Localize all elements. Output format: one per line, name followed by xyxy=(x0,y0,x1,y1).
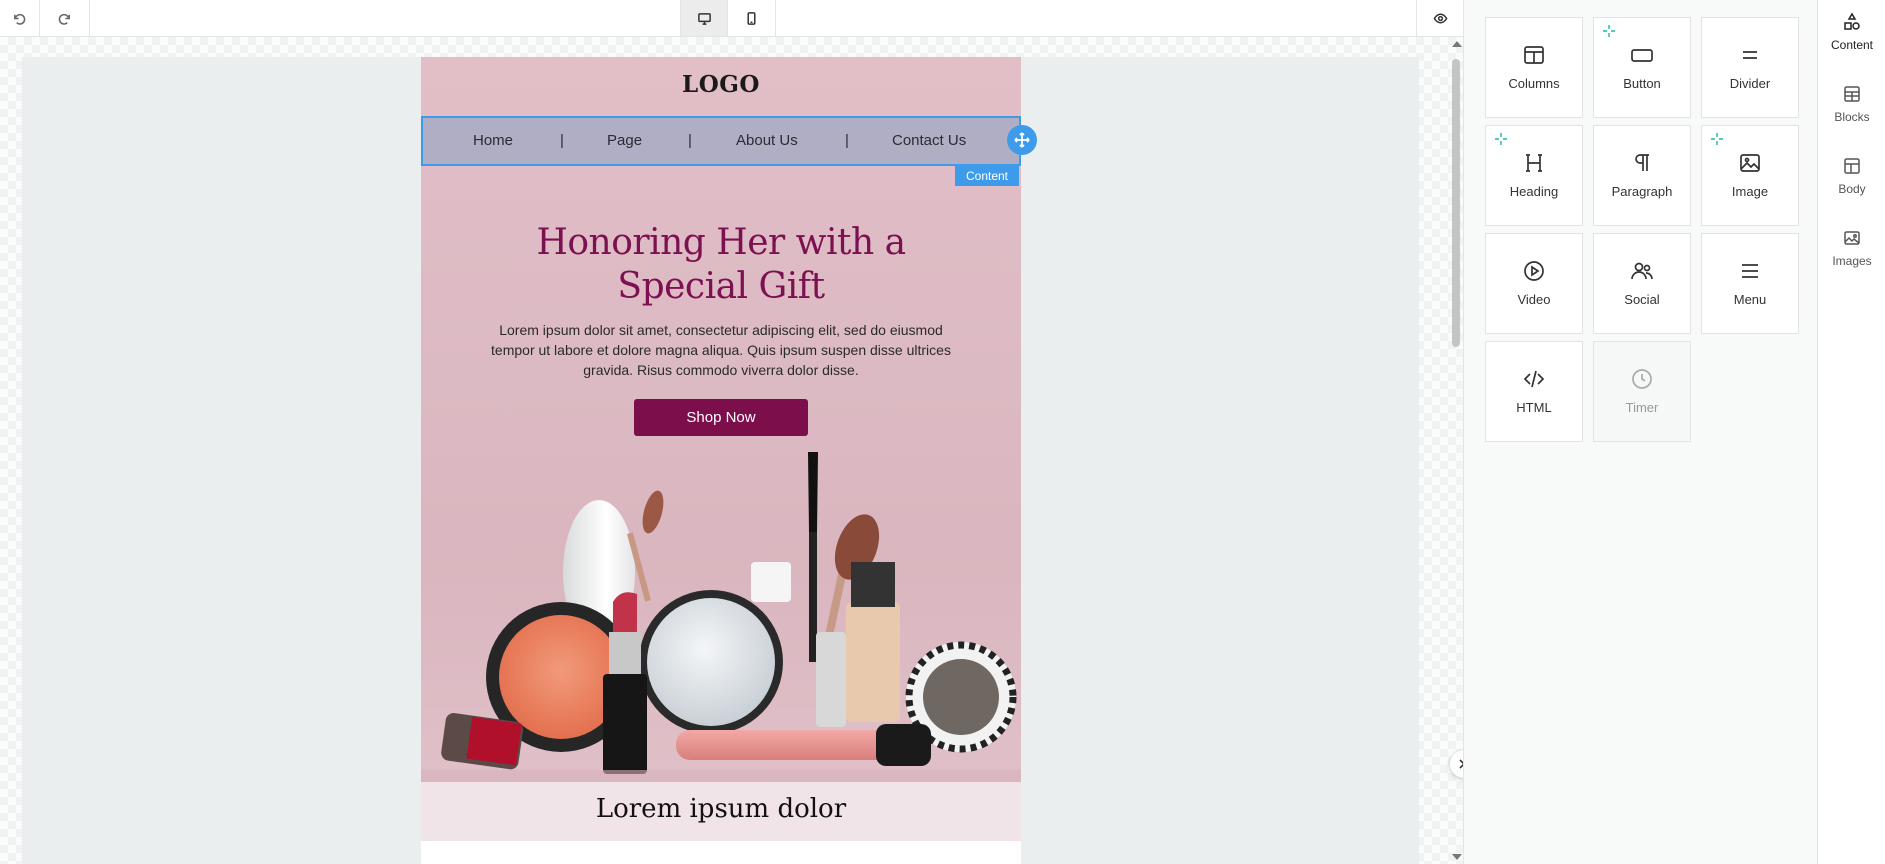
tool-heading[interactable]: Heading xyxy=(1485,125,1583,226)
undo-button[interactable] xyxy=(0,0,40,36)
columns-icon xyxy=(1524,46,1544,64)
sparkle-icon xyxy=(1602,24,1616,38)
nav-item-contact-us[interactable]: Contact Us xyxy=(892,132,966,149)
tool-label: Button xyxy=(1623,76,1661,91)
tool-label: Social xyxy=(1624,292,1660,307)
mobile-view-button[interactable] xyxy=(728,0,776,36)
hero-headline[interactable]: Honoring Her with a Special Gift xyxy=(421,221,1021,309)
redo-button[interactable] xyxy=(40,0,90,36)
cosmetics-image[interactable] xyxy=(421,452,1021,782)
body-icon xyxy=(1844,158,1860,174)
video-icon xyxy=(1524,261,1544,281)
tool-button[interactable]: Button xyxy=(1593,17,1691,118)
hero-body-text[interactable]: Lorem ipsum dolor sit amet, consectetur … xyxy=(476,320,966,380)
desktop-icon xyxy=(697,12,711,25)
editor-toolbar xyxy=(0,0,1463,37)
images-icon xyxy=(1844,231,1860,245)
tool-label: Columns xyxy=(1508,76,1560,91)
mobile-icon xyxy=(747,11,756,25)
tool-divider[interactable]: Divider xyxy=(1701,17,1799,118)
button-icon xyxy=(1631,49,1653,62)
nav-item-home[interactable]: Home xyxy=(473,132,513,149)
tool-social[interactable]: Social xyxy=(1593,233,1691,334)
tool-video[interactable]: Video xyxy=(1485,233,1583,334)
move-icon xyxy=(1014,132,1030,148)
tool-label: Timer xyxy=(1625,400,1659,415)
tool-menu[interactable]: Menu xyxy=(1701,233,1799,334)
nav-separator: | xyxy=(688,132,692,149)
social-icon xyxy=(1631,262,1653,280)
section-heading[interactable]: Lorem ipsum dolor xyxy=(421,794,1021,824)
tool-label: HTML xyxy=(1516,400,1552,415)
email-preview: LOGO Home | Page | About Us | Contact Us… xyxy=(421,57,1021,864)
tab-body[interactable]: Body xyxy=(1818,144,1885,216)
sparkle-icon xyxy=(1494,132,1508,146)
drag-move-handle[interactable] xyxy=(1007,125,1037,155)
selected-block-tag: Content xyxy=(955,165,1019,186)
eye-icon xyxy=(1433,13,1447,23)
tool-paragraph[interactable]: Paragraph xyxy=(1593,125,1691,226)
hero-headline-line1: Honoring Her with a xyxy=(536,222,906,263)
nav-separator: | xyxy=(560,132,564,149)
tab-content[interactable]: Content xyxy=(1818,0,1885,72)
tool-columns[interactable]: Columns xyxy=(1485,17,1583,118)
tool-image[interactable]: Image xyxy=(1701,125,1799,226)
nav-separator: | xyxy=(845,132,849,149)
nav-item-page[interactable]: Page xyxy=(607,132,642,149)
paragraph-icon xyxy=(1635,154,1649,171)
undo-icon xyxy=(14,13,26,25)
shapes-icon xyxy=(1844,12,1860,30)
tool-html[interactable]: HTML xyxy=(1485,341,1583,442)
tool-label: Divider xyxy=(1729,76,1771,91)
scroll-up-arrow[interactable] xyxy=(1452,41,1462,47)
nav-menu-block[interactable]: Home | Page | About Us | Contact Us xyxy=(421,116,1021,166)
divider-icon xyxy=(1743,51,1757,59)
tools-panel: Columns Button Divider Heading Paragraph… xyxy=(1463,0,1817,864)
desktop-view-button[interactable] xyxy=(680,0,728,36)
tab-images[interactable]: Images xyxy=(1818,216,1885,288)
tool-label: Paragraph xyxy=(1611,184,1673,199)
tab-label: Images xyxy=(1832,254,1872,268)
tool-timer: Timer xyxy=(1593,341,1691,442)
scroll-thumb[interactable] xyxy=(1452,59,1460,347)
sparkle-icon xyxy=(1710,132,1724,146)
heading-icon xyxy=(1526,154,1542,172)
redo-icon xyxy=(58,13,70,25)
canvas-scrollbar[interactable] xyxy=(1449,37,1463,864)
tab-label: Blocks xyxy=(1834,110,1870,124)
tool-label: Image xyxy=(1731,184,1769,199)
menu-icon xyxy=(1742,264,1758,278)
tool-label: Video xyxy=(1517,292,1551,307)
email-logo[interactable]: LOGO xyxy=(421,71,1021,98)
tool-label: Heading xyxy=(1509,184,1559,199)
timer-icon xyxy=(1632,369,1652,389)
tab-label: Body xyxy=(1838,182,1866,196)
hero-headline-line2: Special Gift xyxy=(617,266,825,307)
preview-button[interactable] xyxy=(1416,0,1463,36)
tab-label: Content xyxy=(1830,38,1874,52)
tool-label: Menu xyxy=(1733,292,1767,307)
image-icon xyxy=(1740,154,1760,172)
shop-now-button[interactable]: Shop Now xyxy=(634,399,808,436)
tab-blocks[interactable]: Blocks xyxy=(1818,72,1885,144)
sidebar-tabs: Content Blocks Body Images xyxy=(1817,0,1885,864)
blocks-icon xyxy=(1844,86,1860,102)
nav-item-about-us[interactable]: About Us xyxy=(736,132,798,149)
scroll-down-arrow[interactable] xyxy=(1452,854,1462,860)
html-icon xyxy=(1523,370,1545,388)
